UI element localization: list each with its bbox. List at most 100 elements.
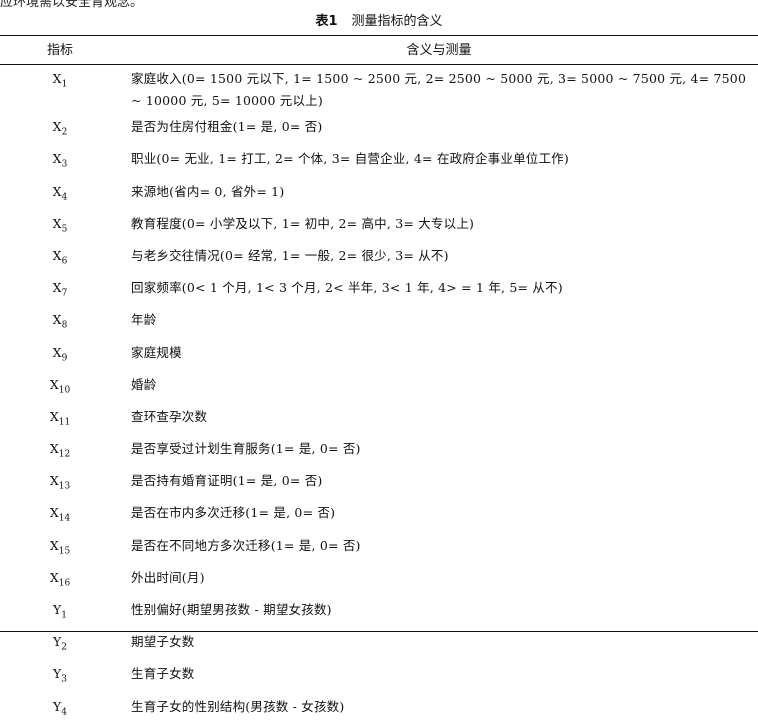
indicator-variable: X [52, 119, 62, 135]
indicator-cell: X5 [0, 213, 120, 241]
indicator-variable: X [49, 408, 59, 424]
indicator-variable: X [49, 505, 59, 521]
description-cell: 查环查孕次数 [131, 408, 208, 424]
table-header-rule [0, 64, 758, 65]
table-number: 表1 [315, 14, 338, 29]
indicator-variable: Y [53, 698, 62, 714]
indicator-subscript: 1 [61, 79, 68, 90]
description-cell: 家庭规模 [131, 344, 182, 360]
indicator-cell: X7 [0, 277, 120, 305]
indicator-subscript: 16 [58, 578, 71, 589]
indicator-subscript: 1 [61, 610, 67, 621]
description-cell: 期望子女数 [131, 634, 195, 650]
indicator-subscript: 6 [61, 256, 68, 267]
indicator-cell: X3 [0, 148, 120, 176]
description-cell: 是否为住房付租金(1= 是, 0= 否) [131, 119, 323, 135]
indicator-variable: X [49, 441, 59, 457]
header-indicator: 指标 [46, 43, 73, 58]
description-cell: 生育子女的性别结构(男孩数 - 女孩数) [131, 698, 345, 714]
table-row: X2 是否为住房付租金(1= 是, 0= 否) [0, 116, 758, 144]
table-title: 测量指标的含义 [351, 14, 443, 29]
description-cell: 婚龄 [131, 376, 157, 392]
description-cell: 是否在不同地方多次迁移(1= 是, 0= 否) [131, 537, 361, 553]
indicator-cell: X1 [0, 68, 120, 96]
indicator-variable: X [52, 247, 62, 263]
description-cell: 回家频率(0< 1 个月, 1< 3 个月, 2< 半年, 3< 1 年, 4>… [131, 280, 563, 296]
indicator-cell: X15 [0, 535, 120, 563]
table-row: X5 教育程度(0= 小学及以下, 1= 初中, 2= 高中, 3= 大专以上) [0, 213, 758, 241]
indicator-variable: X [52, 151, 62, 167]
table-row: X16 外出时间(月) [0, 567, 758, 595]
indicator-subscript: 10 [58, 385, 71, 396]
indicator-variable: X [52, 344, 62, 360]
indicator-cell: X10 [0, 374, 120, 402]
description-cell: 与老乡交往情况(0= 经常, 1= 一般, 2= 很少, 3= 从不) [131, 247, 449, 263]
indicator-subscript: 3 [61, 159, 68, 170]
table-row: X10 婚龄 [0, 374, 758, 402]
indicator-cell: Y1 [0, 599, 120, 627]
indicator-cell: Y3 [0, 663, 120, 691]
indicator-subscript: 15 [58, 546, 71, 557]
indicator-subscript: 13 [58, 481, 71, 492]
indicator-cell: X16 [0, 567, 120, 595]
indicator-variable: X [52, 280, 62, 296]
indicator-cell: X13 [0, 470, 120, 498]
indicator-variable: X [52, 183, 62, 199]
indicator-subscript: 11 [58, 417, 71, 428]
indicator-variable: X [49, 537, 59, 553]
table-row: X4 来源地(省内= 0, 省外= 1) [0, 181, 758, 209]
indicator-cell: X12 [0, 438, 120, 466]
table-row: X9 家庭规模 [0, 342, 758, 370]
table-row: X11 查环查孕次数 [0, 406, 758, 434]
indicator-subscript: 7 [61, 288, 68, 299]
indicator-variable: X [49, 473, 59, 489]
table-row: Y3 生育子女数 [0, 663, 758, 691]
table-caption: 表1 测量指标的含义 [0, 10, 758, 29]
table-row: X14 是否在市内多次迁移(1= 是, 0= 否) [0, 502, 758, 530]
indicator-cell: Y4 [0, 696, 120, 724]
indicator-variable: X [49, 376, 59, 392]
table-bottom-rule [0, 631, 758, 632]
table-row: X8 年龄 [0, 309, 758, 337]
indicator-subscript: 2 [61, 127, 68, 138]
table-body: X1 家庭收入(0= 1500 元以下, 1= 1500 ~ 2500 元, 2=… [0, 68, 758, 728]
preceding-paragraph-text: 应环境需以安全育观念。 [0, 0, 144, 10]
indicator-cell: X9 [0, 342, 120, 370]
indicator-cell: Y2 [0, 631, 120, 659]
table-row: X13 是否持有婚育证明(1= 是, 0= 否) [0, 470, 758, 498]
indicator-variable: X [52, 71, 62, 86]
indicator-subscript: 2 [61, 642, 67, 653]
indicator-variable: X [49, 569, 59, 585]
indicator-subscript: 12 [58, 449, 71, 460]
table-row: X3 职业(0= 无业, 1= 打工, 2= 个体, 3= 自营企业, 4= 在政… [0, 148, 758, 176]
table-row: Y4 生育子女的性别结构(男孩数 - 女孩数) [0, 696, 758, 724]
indicator-variable: X [52, 312, 62, 328]
indicator-subscript: 9 [61, 353, 68, 363]
indicator-subscript: 4 [61, 707, 67, 718]
table-row: X7 回家频率(0< 1 个月, 1< 3 个月, 2< 半年, 3< 1 年, … [0, 277, 758, 305]
description-cell: 是否持有婚育证明(1= 是, 0= 否) [131, 473, 323, 489]
table-row: X6 与老乡交往情况(0= 经常, 1= 一般, 2= 很少, 3= 从不) [0, 245, 758, 273]
indicator-variable: Y [53, 666, 62, 682]
indicator-subscript: 8 [61, 320, 68, 331]
description-cell: 教育程度(0= 小学及以下, 1= 初中, 2= 高中, 3= 大专以上) [131, 215, 475, 231]
table-row: Y2 期望子女数 [0, 631, 758, 659]
indicator-cell: X8 [0, 309, 120, 337]
description-cell: 是否享受过计划生育服务(1= 是, 0= 否) [131, 441, 361, 457]
indicator-subscript: 14 [58, 513, 71, 524]
description-cell: 职业(0= 无业, 1= 打工, 2= 个体, 3= 自营企业, 4= 在政府企… [131, 151, 569, 167]
indicator-variable: X [52, 215, 62, 231]
header-description: 含义与测量 [406, 43, 472, 58]
indicator-cell: X11 [0, 406, 120, 434]
table-row: X12 是否享受过计划生育服务(1= 是, 0= 否) [0, 438, 758, 466]
indicator-cell: X6 [0, 245, 120, 273]
description-cell: 性别偏好(期望男孩数 - 期望女孩数) [131, 602, 332, 617]
description-cell: 生育子女数 [131, 666, 195, 682]
description-cell: 家庭收入(0= 1500 元以下, 1= 1500 ~ 2500 元, 2= 2… [131, 71, 747, 108]
indicator-cell: X4 [0, 181, 120, 209]
indicator-cell: X2 [0, 116, 120, 144]
description-cell: 来源地(省内= 0, 省外= 1) [131, 183, 285, 199]
table-row: X1 家庭收入(0= 1500 元以下, 1= 1500 ~ 2500 元, 2=… [0, 68, 758, 112]
description-cell: 年龄 [131, 312, 157, 328]
indicator-subscript: 5 [61, 224, 68, 235]
